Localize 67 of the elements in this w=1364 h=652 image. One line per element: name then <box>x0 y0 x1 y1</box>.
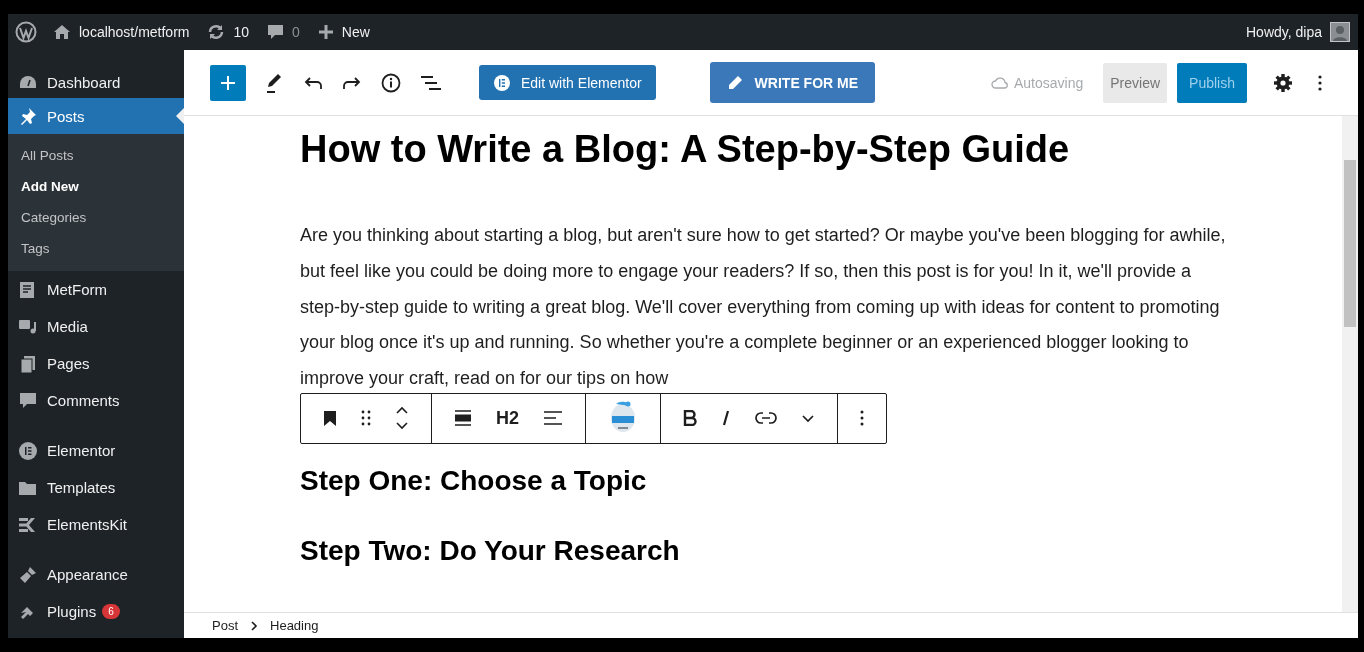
menu-item[interactable]: Appearance <box>8 556 184 593</box>
link-icon[interactable] <box>755 411 777 426</box>
menu-item[interactable]: Media <box>8 308 184 345</box>
move-up-down-icon[interactable] <box>395 405 409 432</box>
submenu-item[interactable]: Tags <box>8 233 184 264</box>
italic-icon[interactable] <box>721 410 731 427</box>
menu-item[interactable]: Elementor <box>8 432 184 469</box>
scrollbar[interactable] <box>1342 116 1358 612</box>
refresh-icon <box>207 23 226 41</box>
section-heading[interactable]: Step One: Choose a Topic <box>300 468 1342 494</box>
updates-link[interactable]: 10 <box>207 23 250 41</box>
redo-icon[interactable] <box>342 74 362 91</box>
comments-link[interactable]: 0 <box>267 23 300 41</box>
chevron-right-icon <box>250 620 258 631</box>
section-heading[interactable]: Step Two: Do Your Research <box>300 538 1342 564</box>
pencil-icon <box>726 74 743 91</box>
more-options-icon[interactable] <box>860 409 864 428</box>
info-icon[interactable] <box>381 72 401 93</box>
update-count-badge: 6 <box>102 604 120 619</box>
plus-icon <box>220 74 236 91</box>
menu-item[interactable]: Pages <box>8 345 184 382</box>
heading-level-button[interactable]: H2 <box>496 408 519 429</box>
more-options-icon[interactable] <box>1317 73 1323 92</box>
add-block-button[interactable] <box>210 64 246 101</box>
cloud-icon <box>991 76 1009 89</box>
site-link[interactable]: localhost/metform <box>53 24 190 40</box>
comment-icon <box>18 390 38 411</box>
drag-handle-icon[interactable] <box>361 410 371 427</box>
post-title[interactable]: How to Write a Blog: A Step-by-Step Guide <box>300 126 1342 172</box>
current-menu-pointer-icon <box>176 108 184 124</box>
menu-item[interactable]: Comments <box>8 382 184 419</box>
submenu-item[interactable]: Categories <box>8 202 184 233</box>
menu-item[interactable]: Posts <box>8 98 184 134</box>
chevron-down-icon[interactable] <box>801 413 815 424</box>
breadcrumb-link[interactable]: Post <box>212 618 238 633</box>
account-link[interactable]: Howdy, dipa <box>1246 22 1350 42</box>
menu-item[interactable]: Plugins 6 <box>8 593 184 630</box>
comment-icon <box>267 23 285 41</box>
undo-icon[interactable] <box>303 74 323 91</box>
breadcrumb-link[interactable]: Heading <box>270 618 319 633</box>
brush-icon <box>18 564 38 585</box>
text-align-icon[interactable] <box>543 410 563 427</box>
pencil-icon[interactable] <box>264 71 284 94</box>
submenu-item[interactable]: All Posts <box>8 140 184 171</box>
pages-icon <box>18 353 38 374</box>
preview-button[interactable]: Preview <box>1103 62 1168 103</box>
bold-button[interactable] <box>683 410 697 427</box>
wordpress-logo-icon[interactable] <box>15 21 37 43</box>
list-view-icon[interactable] <box>420 74 442 91</box>
home-icon <box>53 24 71 40</box>
menu-item[interactable]: MetForm <box>8 271 184 308</box>
edit-with-elementor-button[interactable]: Edit with Elementor <box>479 65 656 100</box>
plus-icon <box>317 24 334 40</box>
settings-icon[interactable] <box>1273 72 1293 93</box>
menu-item[interactable]: Templates <box>8 469 184 506</box>
submenu-item[interactable]: Add New <box>8 171 184 202</box>
avatar-icon <box>1330 22 1350 42</box>
bookmark-icon[interactable] <box>323 410 337 427</box>
elementor-icon <box>18 440 38 461</box>
new-link[interactable]: New <box>317 24 370 40</box>
paragraph-text[interactable]: Are you thinking about starting a blog, but aren't sure how to get started? Or maybe you've been blogging for awhile, but feel like you could be doing more to engage your readers? If so, then this post is for you! In it, we'll provide a step-by-step guide to writing a great blog. We'll cover everything from coming up with ideas for content to promoting your blog once it's up and running. So whether you're a complete beginner or an experienced blogger looking to improve your craft, read on for our tips on how <box>300 218 1230 397</box>
align-wide-icon[interactable] <box>454 410 472 427</box>
menu-item[interactable]: ElementsKit <box>8 506 184 543</box>
autosave-status: Autosaving <box>991 74 1084 91</box>
menu-item[interactable]: Dashboard <box>8 64 184 101</box>
elementor-logo-icon <box>493 73 511 92</box>
write-for-me-button[interactable]: WRITE FOR ME <box>709 62 876 103</box>
